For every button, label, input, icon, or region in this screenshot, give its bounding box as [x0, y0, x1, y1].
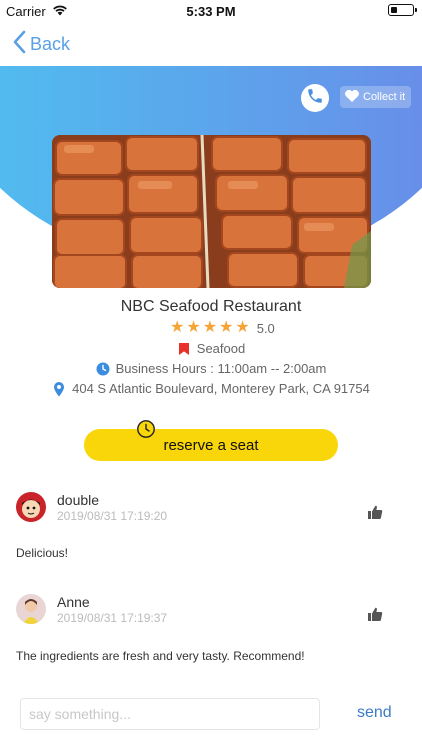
status-bar: Carrier 5:33 PM: [0, 0, 422, 22]
comment-date: 2019/08/31 17:19:20: [57, 509, 168, 523]
back-chevron-icon: [12, 30, 26, 59]
reserve-seat-button[interactable]: reserve a seat: [84, 429, 338, 461]
thumbs-up-icon[interactable]: [367, 504, 383, 520]
phone-icon: [306, 87, 324, 110]
category-row: Seafood: [0, 341, 422, 356]
call-button[interactable]: [301, 84, 329, 112]
comment-text: Delicious!: [16, 546, 69, 560]
hours-row: Business Hours : 11:00am -- 2:00am: [0, 361, 422, 376]
comment-username: double: [57, 492, 100, 508]
comment-text: The ingredients are fresh and very tasty…: [16, 649, 305, 663]
reserve-label: reserve a seat: [163, 436, 259, 454]
back-button[interactable]: Back: [12, 30, 70, 59]
back-label: Back: [30, 34, 71, 54]
comment-item: Anne 2019/08/31 17:19:37 The ingredients…: [0, 590, 422, 674]
star-icon: ★: [202, 319, 218, 336]
avatar: [16, 594, 46, 624]
address-text: 404 S Atlantic Boulevard, Monterey Park,…: [72, 381, 370, 396]
address-row[interactable]: 404 S Atlantic Boulevard, Monterey Park,…: [0, 381, 422, 396]
battery-icon: [388, 4, 417, 16]
restaurant-photo: [52, 135, 371, 288]
restaurant-name: NBC Seafood Restaurant: [120, 298, 302, 315]
send-button[interactable]: send: [357, 704, 392, 722]
comment-username: Anne: [57, 594, 90, 610]
rating-row: ★ ★ ★ ★ ★ 5.0: [170, 320, 275, 336]
business-hours: Business Hours : 11:00am -- 2:00am: [115, 361, 327, 376]
avatar: [16, 492, 46, 522]
clock-icon: [96, 362, 110, 376]
clock-icon: [136, 419, 156, 439]
collect-label: Collect it: [363, 91, 406, 103]
comment-input[interactable]: [20, 698, 320, 730]
star-icon: ★: [219, 319, 234, 336]
navigation-bar: Back: [0, 22, 422, 66]
star-icon: ★: [186, 319, 201, 336]
rating-value: 5.0: [256, 320, 275, 336]
bookmark-icon: [177, 342, 191, 356]
location-pin-icon: [52, 381, 66, 396]
category-label: Seafood: [196, 341, 246, 356]
star-icon: ★: [170, 319, 185, 336]
comment-date: 2019/08/31 17:19:37: [57, 611, 168, 625]
thumbs-up-icon[interactable]: [367, 606, 383, 622]
comment-item: double 2019/08/31 17:19:20 Delicious!: [0, 488, 422, 572]
heart-icon: [344, 89, 360, 106]
collect-button[interactable]: Collect it: [340, 86, 412, 108]
status-time: 5:33 PM: [186, 4, 236, 19]
star-icon: ★: [235, 319, 250, 336]
